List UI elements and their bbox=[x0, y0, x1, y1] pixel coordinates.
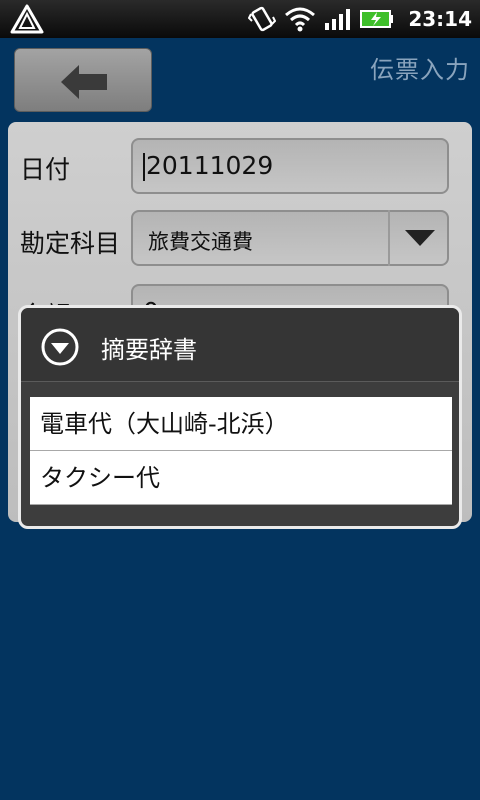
arrow-left-icon bbox=[61, 65, 107, 99]
page-title: 伝票入力 bbox=[370, 56, 470, 84]
vibrate-icon bbox=[248, 6, 277, 32]
clock: 23:14 bbox=[408, 7, 472, 31]
account-dropdown-button[interactable] bbox=[388, 210, 448, 266]
back-button[interactable] bbox=[14, 48, 152, 112]
wifi-icon bbox=[285, 7, 316, 32]
account-label: 勘定科目 bbox=[20, 229, 121, 258]
status-bar: 23:14 bbox=[0, 0, 480, 38]
battery-charging-icon bbox=[360, 10, 394, 28]
list-item[interactable]: タクシー代 bbox=[30, 451, 452, 505]
signal-icon bbox=[325, 9, 351, 30]
date-input[interactable]: 20111029 bbox=[131, 138, 449, 194]
date-label: 日付 bbox=[20, 155, 71, 184]
account-value: 旅費交通費 bbox=[148, 230, 253, 254]
date-value: 20111029 bbox=[146, 151, 274, 180]
list-item[interactable]: 電車代（大山崎-北浜） bbox=[30, 397, 452, 451]
chevron-down-icon bbox=[405, 230, 435, 246]
dialog-header: 摘要辞書 bbox=[21, 308, 459, 382]
dialog-title: 摘要辞書 bbox=[101, 336, 197, 364]
dropdown-circle-icon bbox=[41, 328, 79, 366]
dialog-list: 電車代（大山崎-北浜） タクシー代 bbox=[30, 397, 452, 505]
text-cursor bbox=[143, 153, 145, 181]
warning-icon bbox=[10, 4, 44, 34]
summary-dictionary-dialog: 摘要辞書 電車代（大山崎-北浜） タクシー代 bbox=[18, 305, 462, 529]
